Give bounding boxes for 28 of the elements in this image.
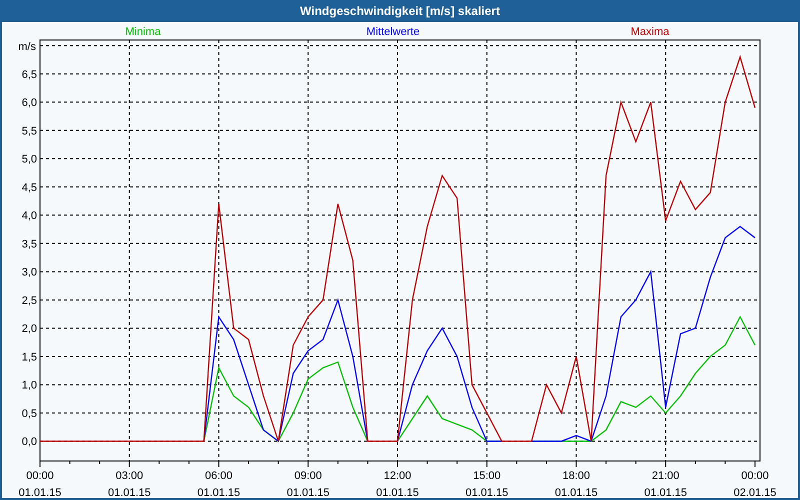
y-tick-label: 4,0 [22,210,37,222]
x-tick-label: 21:00 01.01.15 [644,470,688,498]
y-tick-label: 1,5 [22,351,37,364]
y-tick-label: 0,0 [22,436,37,448]
window-title: Windgeschwindigkeit [m/s] skaliert [300,3,500,20]
x-tick-label: 00:00 01.01.15 [18,470,62,498]
y-tick-label: 2,0 [22,323,37,336]
legend-label: Minima [125,26,161,38]
x-tick-label: 15:00 01.01.15 [465,470,508,498]
y-tick-label: 5,0 [22,154,37,166]
legend-label: Mittelwerte [366,26,420,38]
y-tick-label: 6,0 [22,97,37,110]
x-tick-label: 03:00 01.01.15 [108,470,151,498]
y-tick-label: 0,5 [22,408,37,420]
y-tick-label: 3,5 [22,238,37,250]
y-tick-label: 5,5 [22,125,37,138]
x-tick-label: 06:00 01.01.15 [197,470,240,498]
y-tick-label: 4,5 [22,182,37,194]
x-tick-label: 00:00 02.01.15 [734,470,776,498]
y-axis-unit: m/s [18,41,36,53]
y-tick-label: 1,0 [22,380,37,392]
x-tick-label: 09:00 01.01.15 [286,470,330,498]
y-tick-label: 3,0 [22,266,37,279]
y-tick-label: 2,5 [22,294,37,307]
y-tick-label: 6,5 [22,68,37,81]
x-tick-label: 12:00 01.01.15 [376,470,419,498]
x-tick-label: 18:00 01.01.15 [554,470,598,498]
legend-label: Maxima [630,26,670,38]
